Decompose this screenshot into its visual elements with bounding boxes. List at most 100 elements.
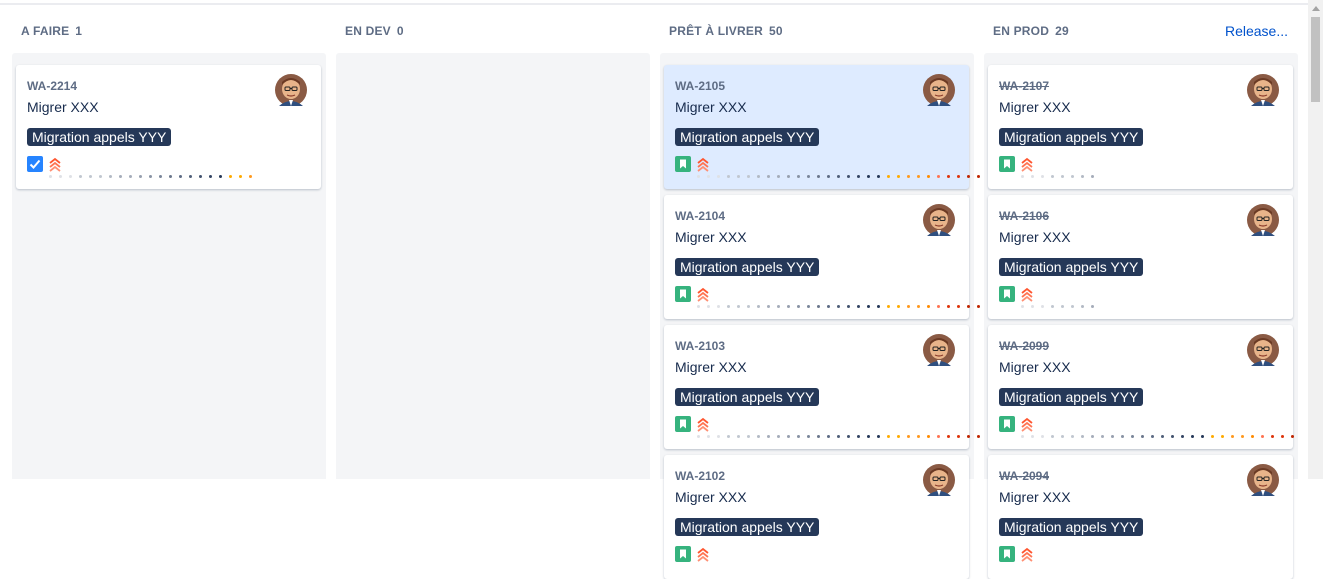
issue-summary: Migrer XXX [675, 229, 747, 245]
time-dot [1041, 305, 1044, 308]
time-dot [917, 435, 920, 438]
time-dot [777, 435, 780, 438]
time-dot [717, 175, 720, 178]
issue-card[interactable]: WA-2106 Migrer XXX Migration appels YYY [988, 195, 1293, 319]
issue-card[interactable]: WA-2094 Migrer XXX Migration appels YYY [988, 455, 1293, 579]
time-dot [787, 305, 790, 308]
time-dot [937, 305, 940, 308]
assignee-avatar[interactable] [923, 464, 955, 496]
epic-label[interactable]: Migration appels YYY [675, 388, 820, 406]
assignee-avatar[interactable] [1247, 74, 1279, 106]
time-dot [99, 175, 102, 178]
epic-label[interactable]: Migration appels YYY [999, 258, 1144, 276]
issue-key[interactable]: WA-2106 [999, 209, 1049, 223]
time-dot [189, 175, 192, 178]
time-dot [1271, 435, 1274, 438]
epic-label[interactable]: Migration appels YYY [999, 518, 1144, 536]
time-dot [817, 305, 820, 308]
time-dot [69, 175, 72, 178]
time-dot [767, 175, 770, 178]
time-dot [1031, 435, 1034, 438]
issue-key[interactable]: WA-2102 [675, 469, 725, 483]
time-dot [837, 305, 840, 308]
column-title: EN DEV 0 [345, 24, 404, 38]
time-dot [837, 435, 840, 438]
time-dot [1181, 435, 1184, 438]
time-dot [827, 175, 830, 178]
assignee-avatar[interactable] [923, 334, 955, 366]
time-dot [169, 175, 172, 178]
release-link[interactable]: Release... [1225, 23, 1288, 39]
priority-highest-icon [695, 286, 711, 302]
time-dot [747, 435, 750, 438]
column-name: A FAIRE [21, 24, 70, 38]
time-dot [727, 175, 730, 178]
column-count: 0 [396, 24, 404, 38]
time-dot [947, 305, 950, 308]
story-bookmark-icon [675, 286, 691, 302]
issue-card[interactable]: WA-2103 Migrer XXX Migration appels YYY [664, 325, 980, 449]
time-dot [917, 175, 920, 178]
time-dot [807, 175, 810, 178]
epic-label[interactable]: Migration appels YYY [675, 128, 820, 146]
time-dot [977, 305, 980, 308]
column-count: 29 [1055, 24, 1069, 38]
time-dot [1241, 435, 1244, 438]
issue-key[interactable]: WA-2103 [675, 339, 725, 353]
time-dot [807, 435, 810, 438]
time-dot [1091, 175, 1094, 178]
issue-key[interactable]: WA-2107 [999, 79, 1049, 93]
issue-card[interactable]: WA-2107 Migrer XXX Migration appels YYY [988, 65, 1293, 189]
epic-label[interactable]: Migration appels YYY [675, 258, 820, 276]
assignee-avatar[interactable] [1247, 204, 1279, 236]
time-dot [1121, 435, 1124, 438]
time-dot [777, 305, 780, 308]
issue-card[interactable]: WA-2214 Migrer XXX Migration appels YYY [16, 65, 321, 189]
issue-key[interactable]: WA-2105 [675, 79, 725, 93]
assignee-avatar[interactable] [275, 74, 307, 106]
time-dot [777, 175, 780, 178]
column-title: A FAIRE 1 [21, 24, 82, 38]
epic-label[interactable]: Migration appels YYY [27, 128, 172, 146]
issue-key[interactable]: WA-2099 [999, 339, 1049, 353]
column-title: EN PROD 29 [993, 24, 1069, 38]
time-dot [817, 435, 820, 438]
column-header: EN DEV 0 [336, 14, 650, 48]
assignee-avatar[interactable] [1247, 334, 1279, 366]
column-header: A FAIRE 1 [12, 14, 326, 48]
time-dot [897, 435, 900, 438]
time-dot [717, 305, 720, 308]
issue-card[interactable]: WA-2099 Migrer XXX Migration appels YYY [988, 325, 1294, 449]
epic-label[interactable]: Migration appels YYY [999, 388, 1144, 406]
issue-summary: Migrer XXX [675, 359, 747, 375]
issue-summary: Migrer XXX [675, 99, 747, 115]
issue-key[interactable]: WA-2214 [27, 79, 77, 93]
assignee-avatar[interactable] [923, 74, 955, 106]
time-dot [737, 435, 740, 438]
scroll-thumb[interactable] [1311, 17, 1320, 102]
time-dot [907, 305, 910, 308]
assignee-avatar[interactable] [1247, 464, 1279, 496]
time-dot [897, 175, 900, 178]
issue-summary: Migrer XXX [27, 99, 99, 115]
time-dot [249, 175, 252, 178]
issue-card[interactable]: WA-2105 Migrer XXX Migration appels YYY [664, 65, 980, 189]
vertical-scrollbar[interactable] [1308, 0, 1323, 479]
issue-key[interactable]: WA-2104 [675, 209, 725, 223]
story-bookmark-icon [675, 546, 691, 562]
time-dot [1051, 305, 1054, 308]
time-dot [79, 175, 82, 178]
issue-card[interactable]: WA-2102 Migrer XXX Migration appels YYY [664, 455, 969, 579]
scroll-up-arrow-icon[interactable] [1312, 6, 1320, 11]
issue-card[interactable]: WA-2104 Migrer XXX Migration appels YYY [664, 195, 980, 319]
time-dot [847, 435, 850, 438]
assignee-avatar[interactable] [923, 204, 955, 236]
issue-key[interactable]: WA-2094 [999, 469, 1049, 483]
epic-label[interactable]: Migration appels YYY [999, 128, 1144, 146]
epic-label[interactable]: Migration appels YYY [675, 518, 820, 536]
time-dot [1071, 435, 1074, 438]
time-dot [847, 305, 850, 308]
time-dot [1081, 435, 1084, 438]
time-dot [967, 305, 970, 308]
time-dot [877, 175, 880, 178]
